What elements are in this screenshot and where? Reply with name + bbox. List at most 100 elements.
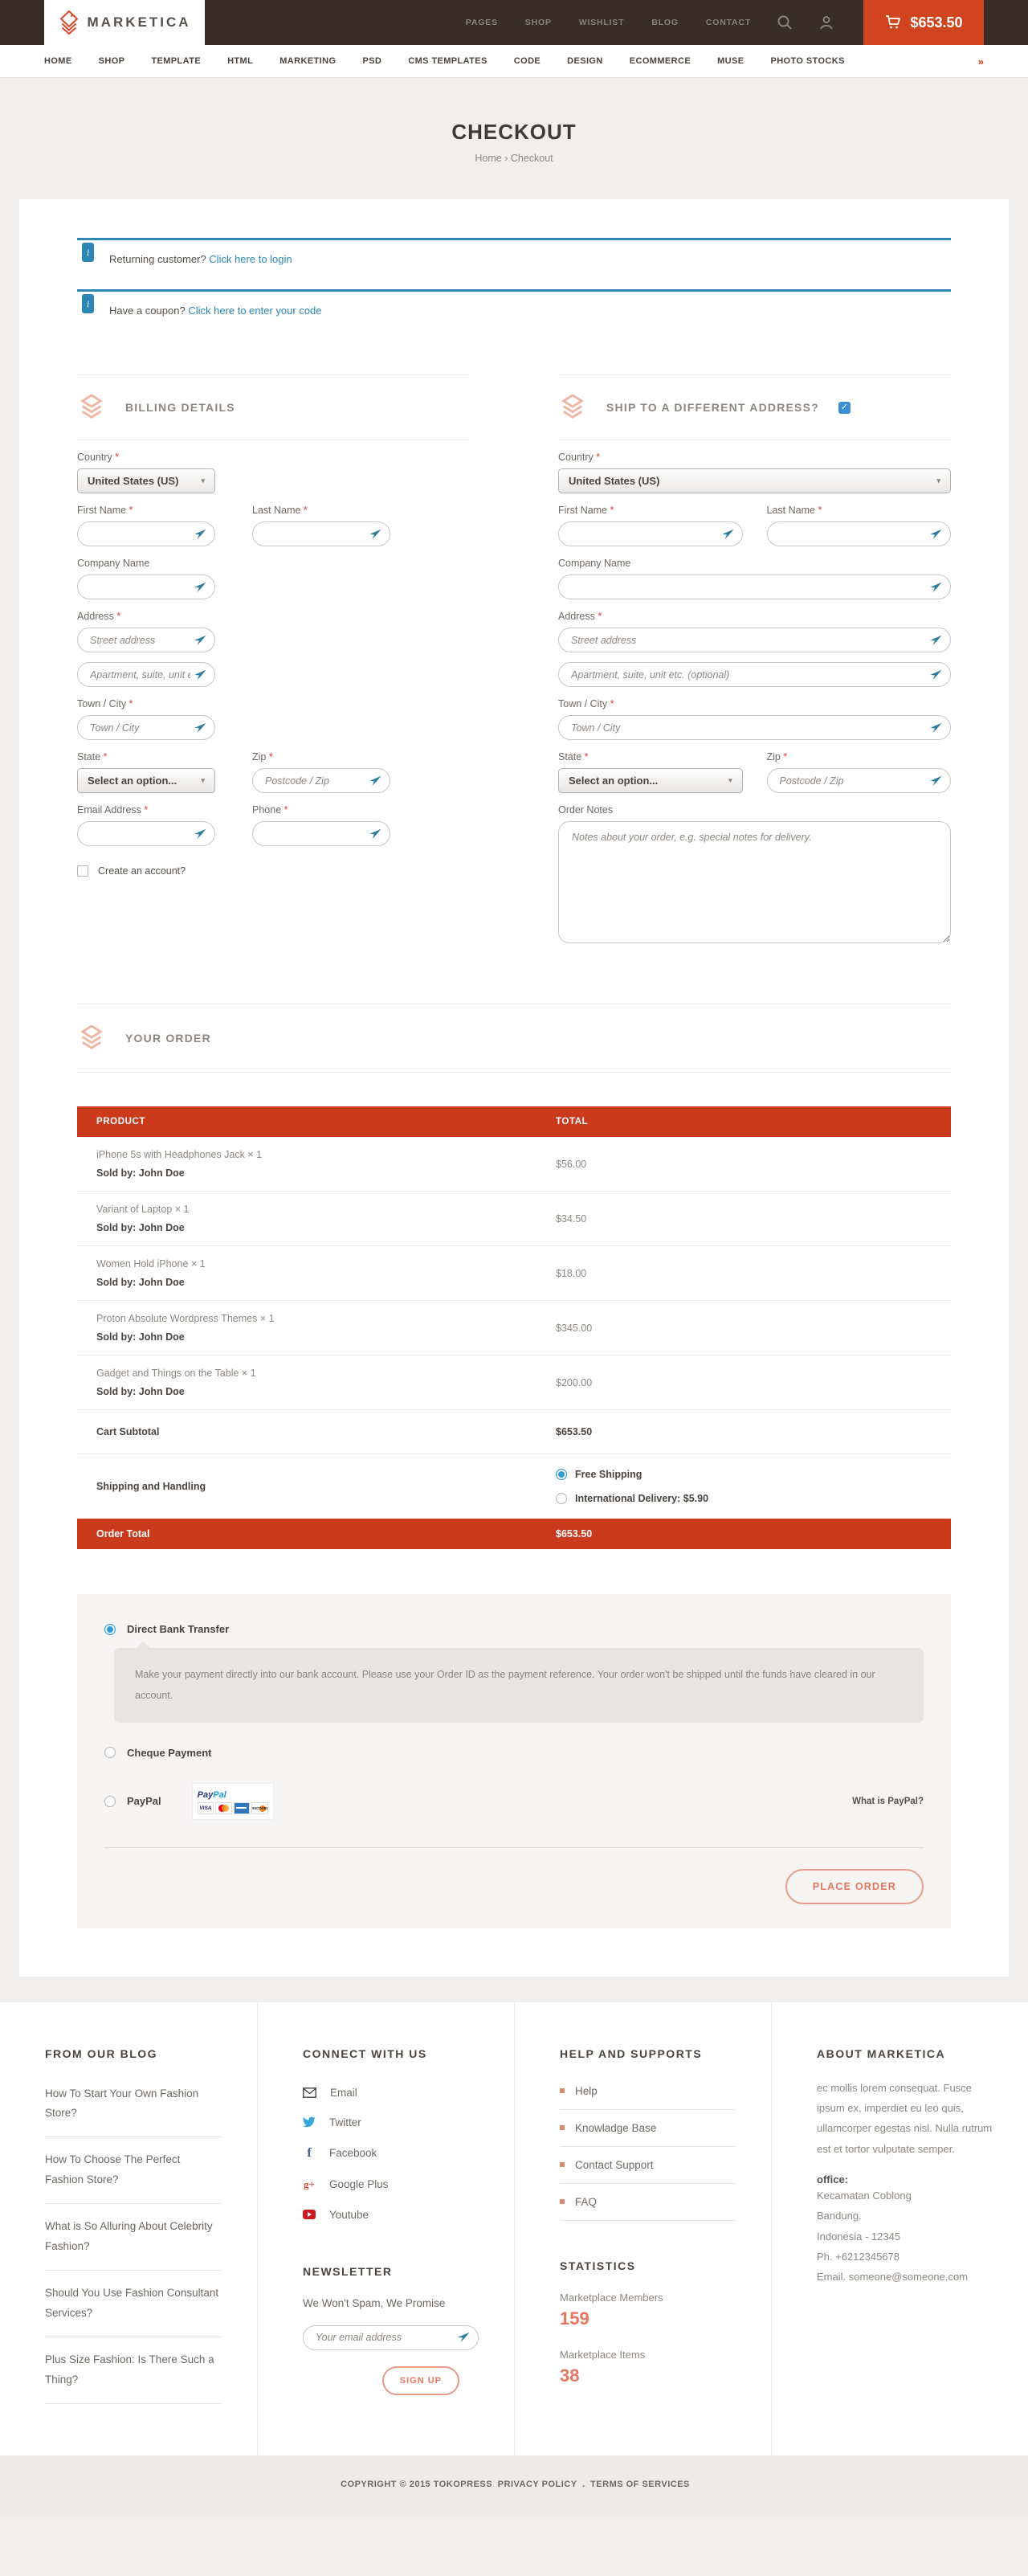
shipping-street-input[interactable] bbox=[558, 628, 951, 652]
paypal-radio[interactable] bbox=[104, 1796, 116, 1807]
place-order-button[interactable]: PLACE ORDER bbox=[785, 1869, 924, 1904]
town-label: Town / City bbox=[558, 698, 607, 709]
billing-street-input[interactable] bbox=[77, 628, 215, 652]
blog-post-link[interactable]: Should You Use Fashion Consultant Servic… bbox=[45, 2271, 222, 2337]
caret-down-icon: ▾ bbox=[201, 476, 205, 485]
menu-ecommerce[interactable]: ECOMMERCE bbox=[630, 56, 691, 66]
billing-phone-input[interactable] bbox=[252, 821, 390, 846]
header-nav-shop[interactable]: SHOP bbox=[525, 18, 552, 27]
newsletter-email-input[interactable] bbox=[303, 2325, 479, 2350]
shipping-town-input[interactable] bbox=[558, 715, 951, 740]
coupon-link[interactable]: Click here to enter your code bbox=[188, 305, 321, 317]
free-shipping-radio[interactable] bbox=[556, 1469, 567, 1480]
product-seller: Sold by: John Doe bbox=[96, 1386, 556, 1397]
blog-post-link[interactable]: What is So Alluring About Celebrity Fash… bbox=[45, 2204, 222, 2271]
state-label: State bbox=[558, 751, 581, 763]
header-nav-blog[interactable]: BLOG bbox=[651, 18, 679, 27]
billing-zip-group: Zip * bbox=[252, 751, 390, 793]
menu-design[interactable]: DESIGN bbox=[567, 56, 603, 66]
billing-state-select[interactable]: Select an option... ▾ bbox=[77, 768, 215, 793]
menu-more-icon[interactable]: » bbox=[978, 55, 984, 67]
footer-connect-column: CONNECT WITH US Email Twitter f Facebook… bbox=[257, 2002, 514, 2456]
company-label: Company Name bbox=[558, 558, 630, 569]
blog-post-link[interactable]: Plus Size Fashion: Is There Such a Thing… bbox=[45, 2337, 222, 2404]
shipping-country-group: Country * United States (US) ▾ bbox=[558, 452, 951, 493]
billing-company-input[interactable] bbox=[77, 574, 215, 599]
billing-zip-input[interactable] bbox=[252, 768, 390, 793]
social-link-facebook[interactable]: f Facebook bbox=[303, 2137, 479, 2169]
header-nav-pages[interactable]: PAGES bbox=[466, 18, 498, 27]
shipping-last-name-input[interactable] bbox=[767, 521, 952, 546]
terms-link[interactable]: TERMS OF SERVICES bbox=[590, 2480, 690, 2489]
ship-different-checkbox[interactable]: ✓ bbox=[838, 402, 851, 414]
newsletter-title: NEWSLETTER bbox=[303, 2265, 479, 2278]
billing-last-name-input[interactable] bbox=[252, 521, 390, 546]
shipping-company-input[interactable] bbox=[558, 574, 951, 599]
social-link-youtube[interactable]: Youtube bbox=[303, 2200, 479, 2230]
state-label: State bbox=[77, 751, 100, 763]
help-link[interactable]: Help bbox=[560, 2073, 736, 2110]
order-total-value: $653.50 bbox=[556, 1528, 932, 1539]
billing-town-input[interactable] bbox=[77, 715, 215, 740]
office-email-line: Email. someone@someone.com bbox=[817, 2267, 993, 2287]
menu-code[interactable]: CODE bbox=[514, 56, 541, 66]
create-account-checkbox[interactable] bbox=[77, 865, 88, 877]
menu-muse[interactable]: MUSE bbox=[717, 56, 744, 66]
menu-html[interactable]: HTML bbox=[227, 56, 253, 66]
cheque-label: Cheque Payment bbox=[127, 1747, 211, 1759]
logo[interactable]: MARKETICA bbox=[44, 0, 205, 45]
menu-home[interactable]: HOME bbox=[44, 56, 72, 66]
breadcrumb-home[interactable]: Home bbox=[475, 153, 501, 164]
menu-marketing[interactable]: MARKETING bbox=[279, 56, 336, 66]
billing-section: BILLING DETAILS Country * United States … bbox=[77, 374, 470, 947]
help-link[interactable]: Contact Support bbox=[560, 2147, 736, 2184]
header-nav-wishlist[interactable]: WISHLIST bbox=[579, 18, 625, 27]
social-link-twitter[interactable]: Twitter bbox=[303, 2108, 479, 2137]
billing-first-name-input[interactable] bbox=[77, 521, 215, 546]
what-is-paypal-link[interactable]: What is PayPal? bbox=[852, 1797, 924, 1806]
youtube-icon bbox=[303, 2210, 316, 2219]
blog-post-link[interactable]: How To Start Your Own Fashion Store? bbox=[45, 2071, 222, 2138]
help-link[interactable]: Knowladge Base bbox=[560, 2110, 736, 2147]
signup-button[interactable]: SIGN UP bbox=[382, 2366, 459, 2395]
shipping-state-select[interactable]: Select an option... ▾ bbox=[558, 768, 743, 793]
social-link-google-plus[interactable]: g+ Google Plus bbox=[303, 2169, 479, 2200]
shipping-apartment-input[interactable] bbox=[558, 662, 951, 687]
country-label: Country bbox=[77, 452, 112, 463]
square-bullet-icon bbox=[560, 2199, 565, 2204]
shipping-first-name-input[interactable] bbox=[558, 521, 743, 546]
shipping-label: Shipping and Handling bbox=[96, 1481, 556, 1492]
menu-photo-stocks[interactable]: PHOTO STOCKS bbox=[770, 56, 844, 66]
returning-customer-notice: i Returning customer? Click here to logi… bbox=[77, 238, 951, 284]
privacy-policy-link[interactable]: PRIVACY POLICY bbox=[498, 2480, 577, 2489]
product-name: Gadget and Things on the Table × 1 bbox=[96, 1368, 556, 1379]
facebook-icon: f bbox=[303, 2146, 316, 2161]
shipping-zip-input[interactable] bbox=[767, 768, 952, 793]
bank-transfer-radio[interactable] bbox=[104, 1624, 116, 1635]
help-link[interactable]: FAQ bbox=[560, 2184, 736, 2221]
cart-button[interactable]: $653.50 bbox=[863, 0, 984, 45]
cheque-radio[interactable] bbox=[104, 1747, 116, 1758]
office-phone-line: Ph. +6212345678 bbox=[817, 2247, 993, 2267]
layers-icon bbox=[558, 395, 587, 420]
table-row: Gadget and Things on the Table × 1 Sold … bbox=[77, 1355, 951, 1410]
billing-country-select[interactable]: United States (US) ▾ bbox=[77, 468, 215, 493]
billing-email-input[interactable] bbox=[77, 821, 215, 846]
menu-psd[interactable]: PSD bbox=[362, 56, 381, 66]
menu-shop[interactable]: SHOP bbox=[99, 56, 125, 66]
billing-apartment-input[interactable] bbox=[77, 662, 215, 687]
international-delivery-radio[interactable] bbox=[556, 1493, 567, 1504]
menu-cms-templates[interactable]: CMS TEMPLATES bbox=[408, 56, 487, 66]
coupon-text: Have a coupon? bbox=[109, 305, 186, 317]
menu-template[interactable]: TEMPLATE bbox=[151, 56, 201, 66]
amex-icon bbox=[234, 1802, 251, 1814]
order-notes-textarea[interactable] bbox=[558, 821, 951, 943]
social-link-email[interactable]: Email bbox=[303, 2078, 479, 2108]
shipping-country-select[interactable]: United States (US) ▾ bbox=[558, 468, 951, 493]
blog-post-link[interactable]: How To Choose The Perfect Fashion Store? bbox=[45, 2137, 222, 2204]
account-icon[interactable] bbox=[818, 14, 834, 31]
header-nav-contact[interactable]: CONTACT bbox=[706, 18, 751, 27]
marketplace-members-label: Marketplace Members bbox=[560, 2292, 736, 2304]
search-icon[interactable] bbox=[777, 14, 793, 31]
login-link[interactable]: Click here to login bbox=[209, 253, 292, 265]
